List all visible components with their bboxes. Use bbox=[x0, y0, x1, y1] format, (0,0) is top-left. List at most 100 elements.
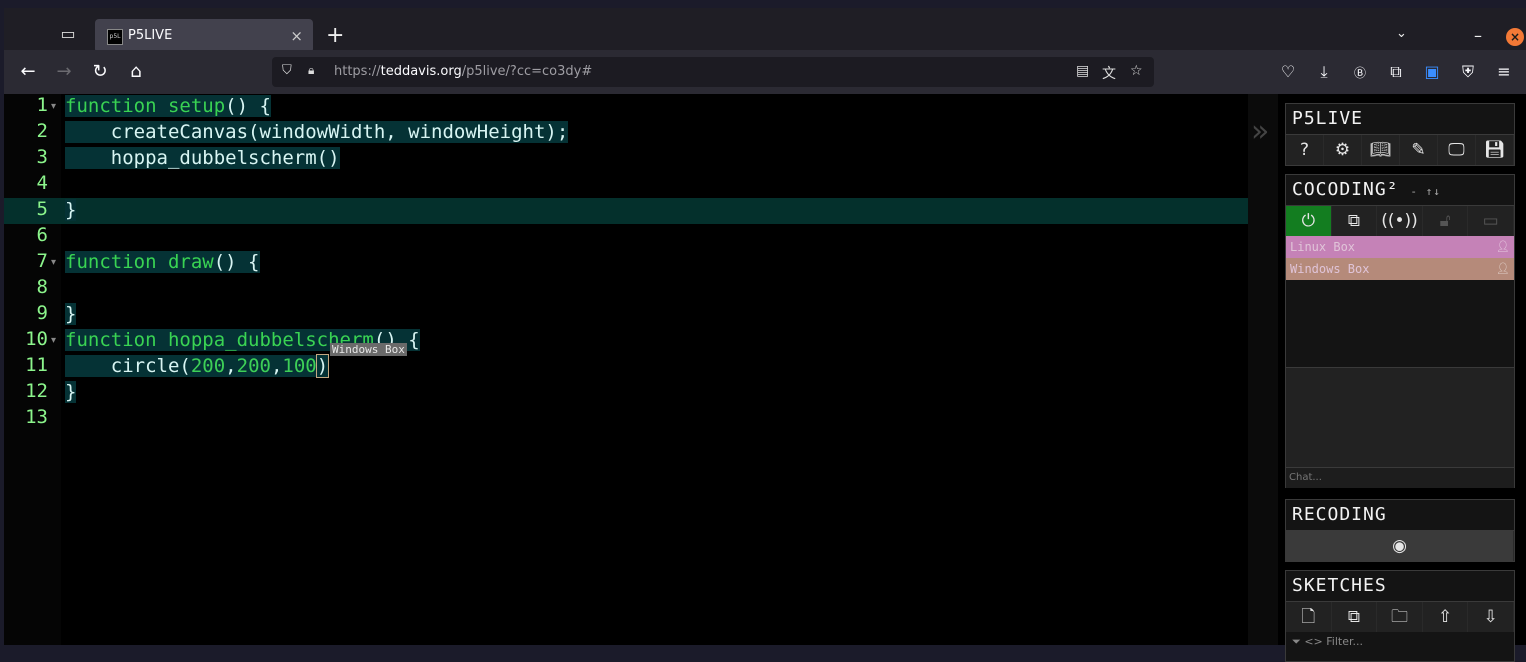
display-icon[interactable]: 🖵︎ bbox=[1438, 135, 1476, 165]
url-bar[interactable]: ⛉ 🔒︎ https://teddavis.org/p5live/?cc=co3… bbox=[272, 57, 1154, 87]
help-icon[interactable]: ? bbox=[1286, 135, 1324, 165]
menu-icon[interactable]: ≡ bbox=[1494, 62, 1514, 81]
bookmark-star-icon[interactable]: ☆ bbox=[1130, 63, 1143, 79]
user-icon[interactable]: 👤︎ bbox=[1496, 258, 1510, 280]
line-number: 7 bbox=[36, 250, 48, 272]
duplicate-icon[interactable]: ⧉ bbox=[1332, 602, 1378, 632]
cocoding-title-text: COCODING² bbox=[1292, 179, 1399, 200]
fold-toggle-icon[interactable]: ▾ bbox=[51, 335, 56, 346]
record-icon[interactable]: ◉ bbox=[1286, 531, 1514, 561]
cocoding-box: COCODING² - ↑↓ ⏻ ⧉ ((•)) 🔓︎ ▭ Linux Box 👤… bbox=[1285, 174, 1515, 488]
line-number: 3 bbox=[36, 146, 48, 168]
line-number: 4 bbox=[36, 172, 48, 194]
line-number: 6 bbox=[36, 224, 48, 246]
user-icon[interactable]: 👤︎ bbox=[1496, 236, 1510, 258]
favicon-icon: p5L bbox=[107, 29, 123, 45]
chevron-down-icon[interactable]: ⌄ bbox=[1396, 26, 1407, 41]
reload-icon[interactable]: ↻ bbox=[90, 62, 110, 82]
tab-list-icon[interactable]: ▭ bbox=[54, 20, 82, 48]
extensions-icon[interactable]: ⧉ bbox=[1386, 62, 1406, 82]
code-line[interactable]: createCanvas(windowWidth, windowHeight); bbox=[65, 121, 569, 143]
chat-input[interactable]: Chat... bbox=[1286, 467, 1514, 488]
home-icon[interactable]: ⌂ bbox=[126, 62, 146, 82]
tab-close-icon[interactable]: × bbox=[290, 27, 303, 45]
reference-book-icon[interactable]: 📖︎ bbox=[1362, 135, 1400, 165]
code-line[interactable]: } bbox=[65, 303, 77, 325]
line-number: 11 bbox=[25, 354, 48, 376]
user-list: Linux Box 👤︎ Windows Box 👤︎ bbox=[1286, 236, 1514, 280]
user-name: Windows Box bbox=[1290, 262, 1370, 276]
upload-icon[interactable]: ⇧ bbox=[1423, 602, 1469, 632]
remote-cursor-label: Windows Box bbox=[330, 343, 407, 356]
unlock-icon[interactable]: 🔓︎ bbox=[1423, 206, 1469, 236]
copy-link-icon[interactable]: ⧉ bbox=[1332, 206, 1378, 236]
line-number: 13 bbox=[25, 406, 48, 428]
lock-icon[interactable]: 🔒︎ bbox=[308, 63, 314, 78]
downloads-icon[interactable]: ⤓ bbox=[1314, 62, 1334, 82]
tab-p5live[interactable]: p5L P5LIVE × bbox=[95, 19, 313, 53]
line-number: 12 bbox=[25, 380, 48, 402]
filter-row: ⏷ <> Filter... bbox=[1286, 632, 1514, 652]
tab-title: P5LIVE bbox=[128, 28, 173, 43]
fold-toggle-icon[interactable]: ▾ bbox=[51, 257, 56, 268]
shield-icon[interactable]: ⛉ bbox=[282, 63, 292, 78]
code-line[interactable]: circle(200,200,100) bbox=[65, 354, 330, 378]
new-tab-button[interactable]: + bbox=[326, 25, 344, 47]
filter-input[interactable]: Filter... bbox=[1326, 635, 1363, 648]
cast-icon[interactable]: ▭ bbox=[1468, 206, 1514, 236]
code-icon[interactable]: <> bbox=[1304, 635, 1322, 648]
code-line[interactable]: } bbox=[65, 199, 77, 221]
line-number: 1 bbox=[36, 94, 48, 116]
url-host: teddavis.org bbox=[380, 64, 462, 79]
recoding-title: RECODING bbox=[1292, 504, 1387, 525]
cocoding-title: COCODING² - ↑↓ bbox=[1286, 175, 1514, 205]
filter-icon[interactable]: ⏷ bbox=[1292, 635, 1301, 648]
settings-gear-icon[interactable]: ⚙ bbox=[1324, 135, 1362, 165]
expand-panel-icon[interactable]: » bbox=[1251, 114, 1269, 149]
forward-icon[interactable]: → bbox=[54, 62, 74, 82]
sketches-title: SKETCHES bbox=[1292, 575, 1387, 596]
code-line[interactable]: hoppa_dubbelscherm() bbox=[65, 147, 340, 169]
fold-toggle-icon[interactable]: ▾ bbox=[51, 101, 56, 112]
edit-icon[interactable]: ✎ bbox=[1400, 135, 1438, 165]
minimize-icon[interactable]: – bbox=[1474, 26, 1482, 45]
user-row[interactable]: Linux Box 👤︎ bbox=[1286, 236, 1514, 258]
new-folder-icon[interactable]: 🗀︎ bbox=[1377, 602, 1423, 632]
new-sketch-icon[interactable]: 🗋︎ bbox=[1286, 602, 1332, 632]
broadcast-icon[interactable]: ((•)) bbox=[1377, 206, 1423, 236]
line-number: 5 bbox=[36, 198, 48, 220]
code-line[interactable]: function draw() { bbox=[65, 251, 260, 273]
sketches-box: SKETCHES 🗋︎ ⧉ 🗀︎ ⇧ ⇩ ⏷ <> Filter... bbox=[1285, 570, 1515, 662]
nav-bar: ← → ↻ ⌂ ⛉ 🔒︎ https://teddavis.org/p5live… bbox=[4, 50, 1526, 94]
active-line-highlight bbox=[4, 198, 1248, 224]
window-close-icon[interactable]: × bbox=[1506, 28, 1524, 46]
download-icon[interactable]: ⇩ bbox=[1468, 602, 1514, 632]
line-number: 8 bbox=[36, 276, 48, 298]
p5live-title: P5LIVE bbox=[1292, 108, 1364, 129]
save-icon[interactable]: 💾︎ bbox=[1476, 135, 1514, 165]
power-icon[interactable]: ⏻ bbox=[1286, 206, 1332, 236]
p5live-box: P5LIVE ? ⚙ 📖︎ ✎ 🖵︎ 💾︎ bbox=[1285, 103, 1515, 166]
line-number: 10 bbox=[25, 328, 48, 350]
editor-scrollbar[interactable] bbox=[1248, 94, 1278, 645]
back-icon[interactable]: ← bbox=[18, 62, 38, 82]
side-panel: P5LIVE ? ⚙ 📖︎ ✎ 🖵︎ 💾︎ COCODING² - ↑↓ ⏻ ⧉… bbox=[1285, 94, 1521, 662]
url-prefix: https:// bbox=[334, 64, 381, 79]
url-text[interactable]: https://teddavis.org/p5live/?cc=co3dy# bbox=[334, 64, 592, 79]
reader-view-icon[interactable]: ▤ bbox=[1076, 63, 1089, 79]
recoding-box: RECODING ◉ bbox=[1285, 499, 1515, 562]
code-line[interactable]: function setup() { bbox=[65, 95, 271, 117]
chat-log bbox=[1286, 367, 1514, 468]
line-number: 9 bbox=[36, 302, 48, 324]
user-row[interactable]: Windows Box 👤︎ bbox=[1286, 258, 1514, 280]
cocoding-extras[interactable]: - ↑↓ bbox=[1410, 185, 1441, 198]
code-line[interactable]: } bbox=[65, 381, 77, 403]
extension-b-icon[interactable]: Ⓑ bbox=[1350, 64, 1370, 81]
pocket-icon[interactable]: ♡ bbox=[1278, 62, 1298, 81]
translate-icon[interactable]: 文 bbox=[1102, 63, 1116, 83]
shield-extension-icon[interactable]: ⛨ bbox=[1458, 62, 1478, 82]
url-path: /p5live/?cc=co3dy# bbox=[461, 64, 593, 79]
user-name: Linux Box bbox=[1290, 240, 1356, 254]
extension-blue-icon[interactable]: ▣ bbox=[1422, 62, 1442, 81]
line-number: 2 bbox=[36, 120, 48, 142]
